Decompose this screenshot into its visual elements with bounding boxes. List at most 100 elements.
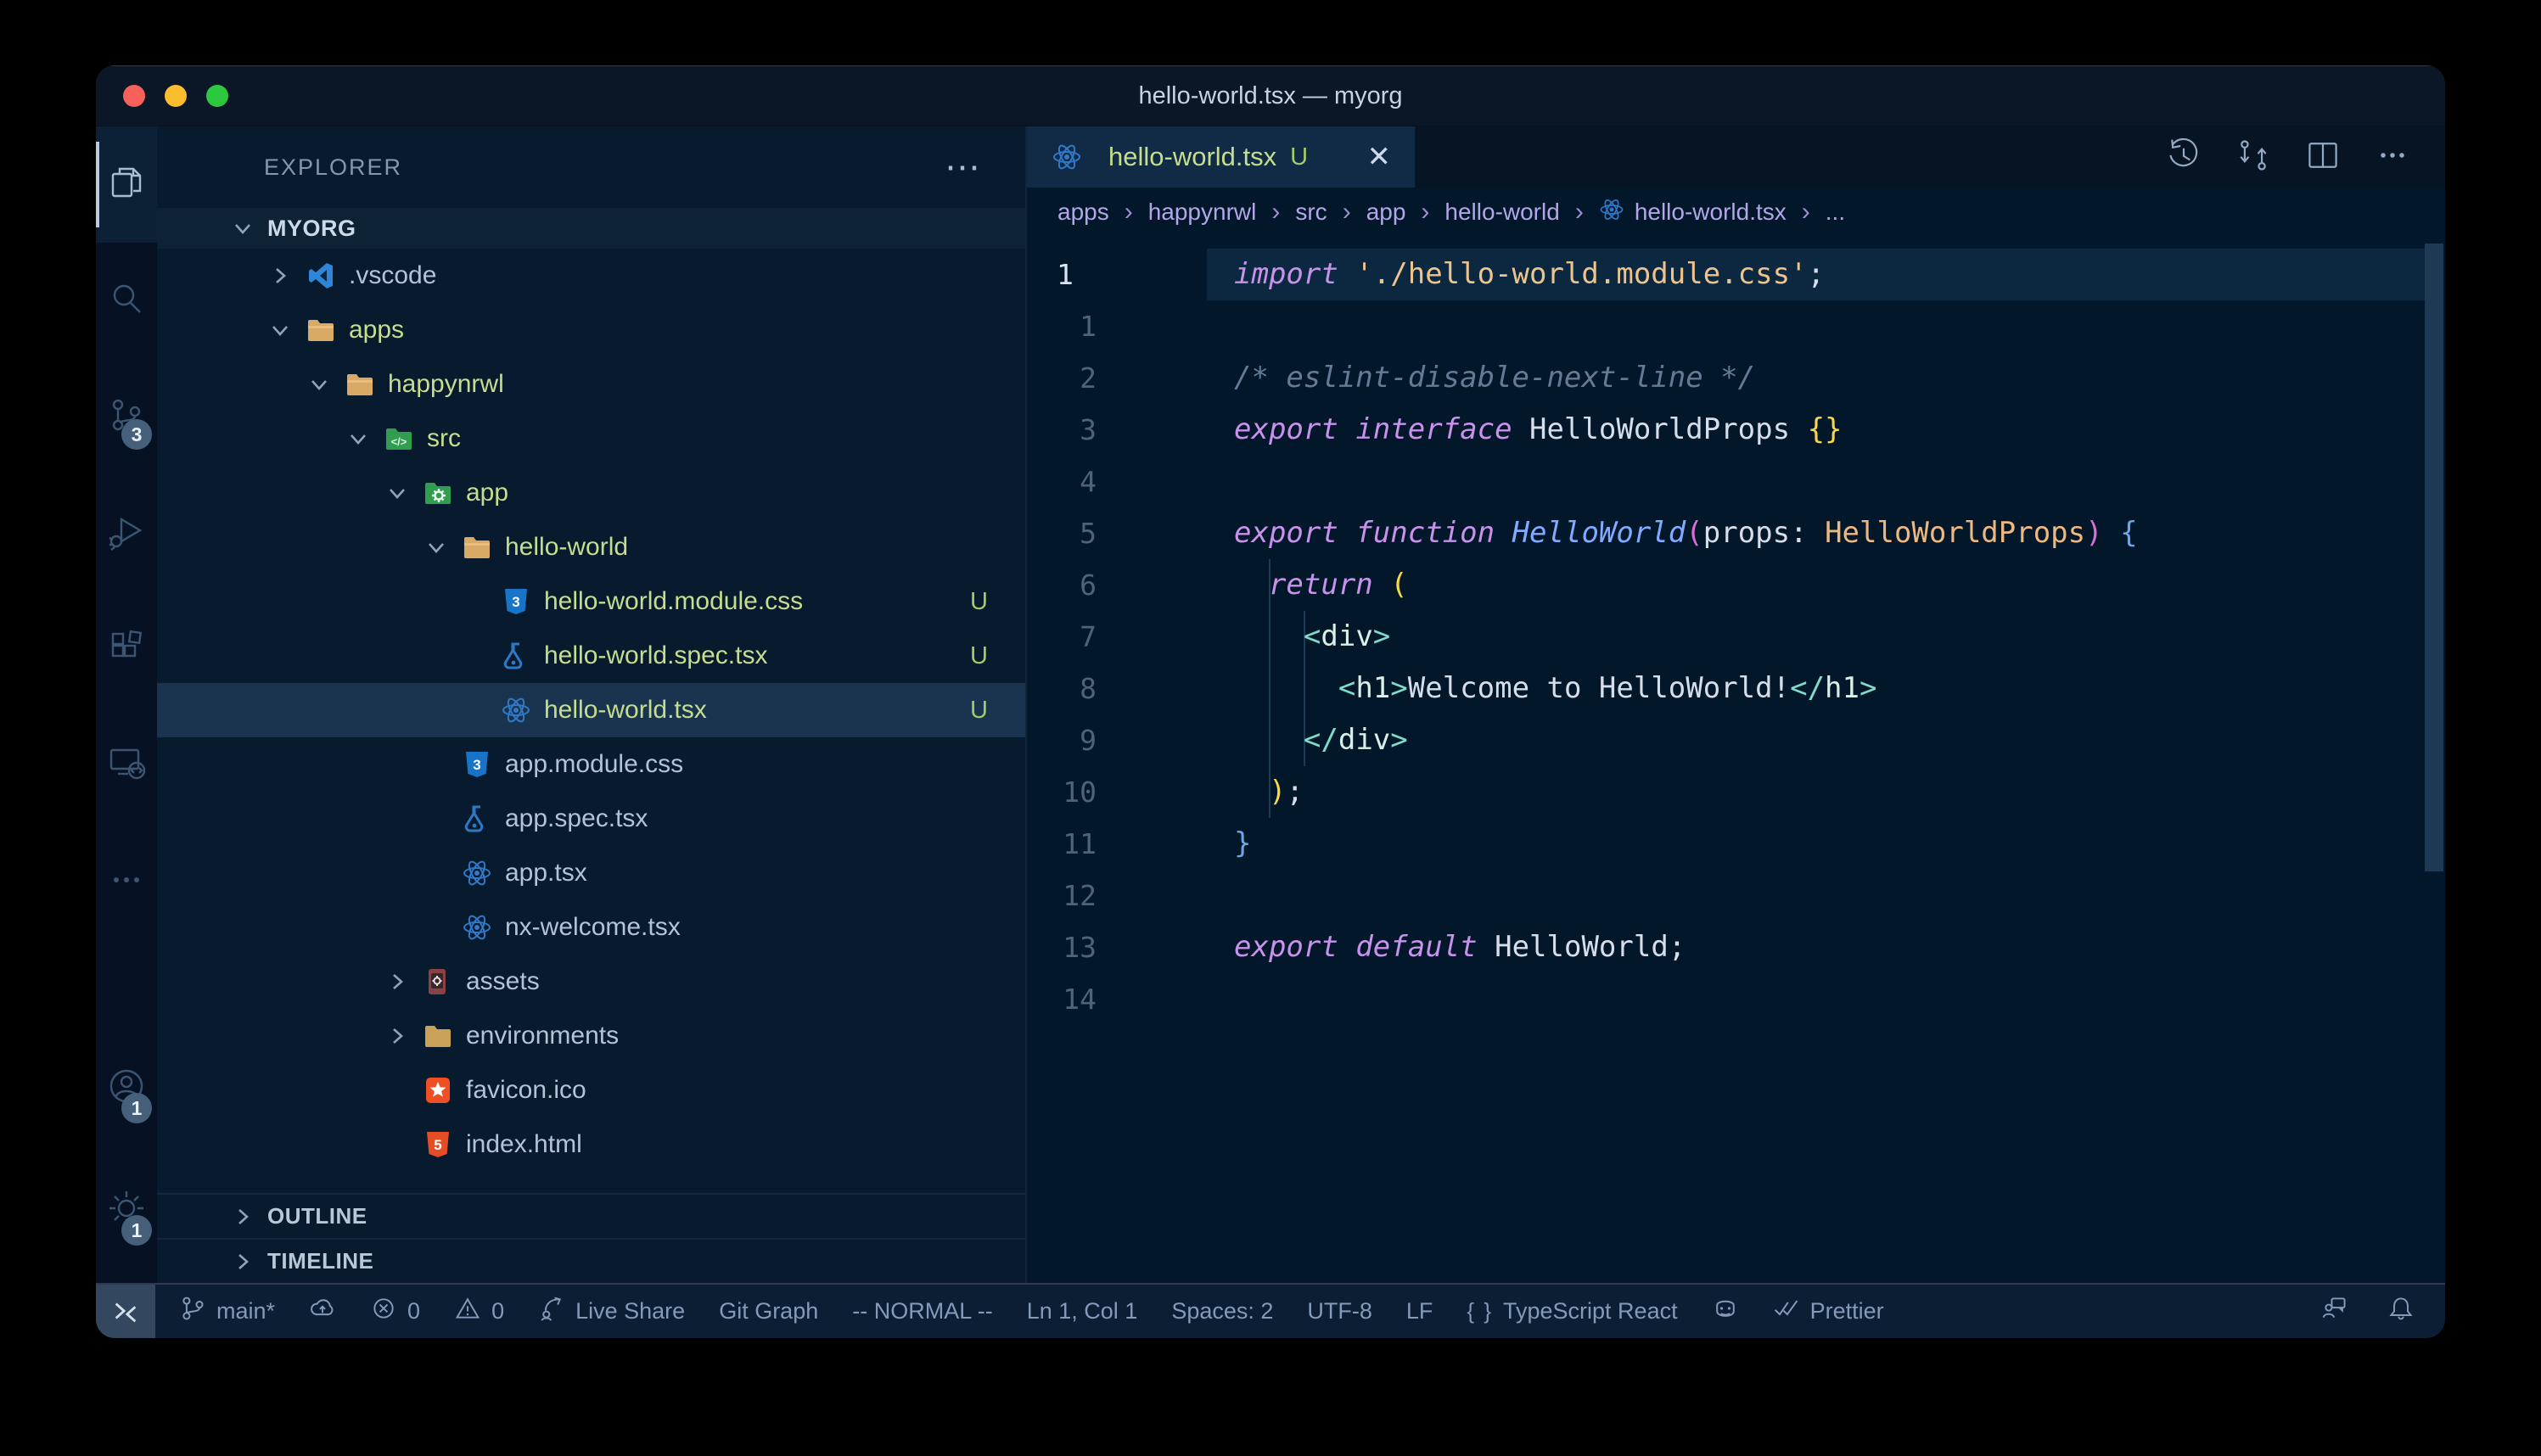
tree-item-label: assets [466, 967, 540, 996]
history-icon[interactable] [2165, 137, 2202, 178]
breadcrumb-item-src[interactable]: src [1295, 199, 1327, 226]
activity-item-search[interactable] [96, 243, 157, 359]
chevron-placeholder [463, 643, 500, 669]
chevron-placeholder [463, 589, 500, 614]
copilot-icon [1712, 1295, 1739, 1328]
split-icon[interactable] [2304, 137, 2342, 178]
status-copilot[interactable] [1712, 1295, 1739, 1328]
close-tab-icon[interactable]: ✕ [1367, 143, 1392, 171]
status-language-mode[interactable]: { }TypeScript React [1467, 1298, 1677, 1324]
activity-item-extensions[interactable] [96, 591, 157, 708]
ellipsis-icon [106, 860, 147, 904]
outline-section[interactable]: OUTLINE [157, 1193, 1025, 1238]
tree-item-app-module-css[interactable]: 3app.module.css [157, 737, 1025, 792]
breadcrumb-item-app[interactable]: app [1366, 199, 1406, 226]
breadcrumb-item-hello-world-tsx[interactable]: hello-world.tsx [1599, 197, 1787, 228]
breadcrumb-item-happynrwl[interactable]: happynrwl [1148, 199, 1257, 226]
line-number: 8 [1027, 663, 1097, 714]
status-label: Prettier [1810, 1298, 1884, 1324]
activity-item-more-views[interactable] [96, 824, 157, 940]
code-editor[interactable]: 1import './hello-world.module.css';12/* … [1027, 237, 2445, 1283]
editor-scrollbar[interactable] [2425, 244, 2443, 871]
code-line-text: import './hello-world.module.css'; [1097, 249, 1825, 300]
minimize-window-button[interactable] [165, 85, 187, 107]
code-line-text [1097, 973, 1234, 1025]
status-errors[interactable]: 0 [370, 1295, 420, 1328]
workspace-section-header[interactable]: MYORG [157, 208, 1025, 249]
tab-label: hello-world.tsx [1108, 142, 1276, 172]
activity-item-remote-explorer[interactable] [96, 708, 157, 824]
tree-item-src[interactable]: </>src [157, 412, 1025, 466]
explorer-more-actions-icon[interactable]: ⋯ [945, 159, 983, 176]
tree-item-apps[interactable]: apps [157, 303, 1025, 357]
activity-item-run-and-debug[interactable] [96, 475, 157, 591]
status-eol[interactable]: LF [1406, 1298, 1433, 1324]
status-git-graph[interactable]: Git Graph [719, 1298, 818, 1324]
title-bar[interactable]: hello-world.tsx — myorg [96, 65, 2445, 126]
status-warnings[interactable]: 0 [454, 1295, 504, 1328]
status-sync[interactable] [309, 1295, 336, 1328]
status-notifications[interactable] [2387, 1295, 2415, 1328]
code-line-text: export interface HelloWorldProps {} [1097, 404, 1843, 456]
chevron-right-icon [267, 263, 305, 288]
code-line: 12 [1027, 870, 2445, 921]
chevron-placeholder [384, 1132, 422, 1157]
activity-item-settings[interactable]: 1 [96, 1149, 157, 1271]
status-label: Ln 1, Col 1 [1027, 1298, 1138, 1324]
breadcrumb-item--[interactable]: ... [1826, 199, 1845, 226]
html-icon: 5 [422, 1128, 454, 1161]
tree-item--vscode[interactable]: .vscode [157, 249, 1025, 303]
tree-item-index-html[interactable]: 5index.html [157, 1117, 1025, 1172]
code-line: 6 return ( [1027, 559, 2445, 611]
tree-item-hello-world-module-css[interactable]: 3hello-world.module.cssU [157, 574, 1025, 629]
remote-indicator[interactable] [96, 1285, 155, 1338]
status-git-branch[interactable]: main* [179, 1295, 275, 1328]
tree-item-label: .vscode [349, 261, 436, 290]
status-encoding[interactable]: UTF-8 [1307, 1298, 1372, 1324]
tree-item-assets[interactable]: assets [157, 955, 1025, 1009]
folder-assets-icon [422, 966, 454, 998]
tree-item-hello-world-tsx[interactable]: hello-world.tsxU [157, 683, 1025, 737]
status-label: Live Share [575, 1298, 685, 1324]
tree-item-app-spec-tsx[interactable]: app.spec.tsx [157, 792, 1025, 846]
remote-icon [106, 743, 147, 788]
more-icon[interactable] [2374, 137, 2411, 178]
explorer-sidebar: EXPLORER ⋯ MYORG .vscodeappshappynrwl</>… [157, 126, 1025, 1283]
breadcrumb-separator: › [1421, 198, 1429, 227]
tree-item-app[interactable]: app [157, 466, 1025, 520]
status-formatter[interactable]: Prettier [1773, 1295, 1884, 1328]
line-number: 2 [1027, 352, 1097, 404]
code-line: 2/* eslint-disable-next-line */ [1027, 352, 2445, 404]
tree-item-label: hello-world.module.css [544, 587, 803, 616]
compare-icon[interactable] [2235, 137, 2272, 178]
code-line-text: </div> [1097, 714, 1408, 766]
status-vim-mode[interactable]: -- NORMAL -- [852, 1298, 992, 1324]
line-number: 12 [1027, 870, 1097, 921]
tree-item-nx-welcome-tsx[interactable]: nx-welcome.tsx [157, 900, 1025, 955]
activity-item-accounts[interactable]: 1 [96, 1027, 157, 1149]
timeline-section[interactable]: TIMELINE [157, 1238, 1025, 1283]
tree-item-happynrwl[interactable]: happynrwl [157, 357, 1025, 412]
tree-item-favicon-ico[interactable]: favicon.ico [157, 1063, 1025, 1117]
tab-hello-world-tsx[interactable]: hello-world.tsx U ✕ [1027, 126, 1416, 188]
tree-item-label: favicon.ico [466, 1076, 586, 1105]
tree-item-hello-world-spec-tsx[interactable]: hello-world.spec.tsxU [157, 629, 1025, 683]
close-window-button[interactable] [123, 85, 145, 107]
status-indentation[interactable]: Spaces: 2 [1171, 1298, 1273, 1324]
file-tree: .vscode appshappynrwl</>src app hello-world… [157, 249, 1025, 1193]
folder-app-icon [422, 477, 454, 509]
breadcrumb-item-apps[interactable]: apps [1057, 199, 1109, 226]
breadcrumb-item-hello-world[interactable]: hello-world [1444, 199, 1559, 226]
tree-item-app-tsx[interactable]: app.tsx [157, 846, 1025, 900]
tree-item-label: app [466, 479, 508, 507]
status-live-share[interactable]: Live Share [538, 1295, 685, 1328]
activity-item-source-control[interactable]: 3 [96, 359, 157, 475]
zoom-window-button[interactable] [206, 85, 228, 107]
chevron-right-icon [384, 1023, 422, 1049]
status-cursor-position[interactable]: Ln 1, Col 1 [1027, 1298, 1138, 1324]
tree-item-hello-world[interactable]: hello-world [157, 520, 1025, 574]
status-feedback[interactable] [2321, 1295, 2348, 1328]
svg-text:5: 5 [434, 1137, 441, 1153]
activity-item-explorer[interactable] [96, 126, 157, 243]
tree-item-environments[interactable]: environments [157, 1009, 1025, 1063]
